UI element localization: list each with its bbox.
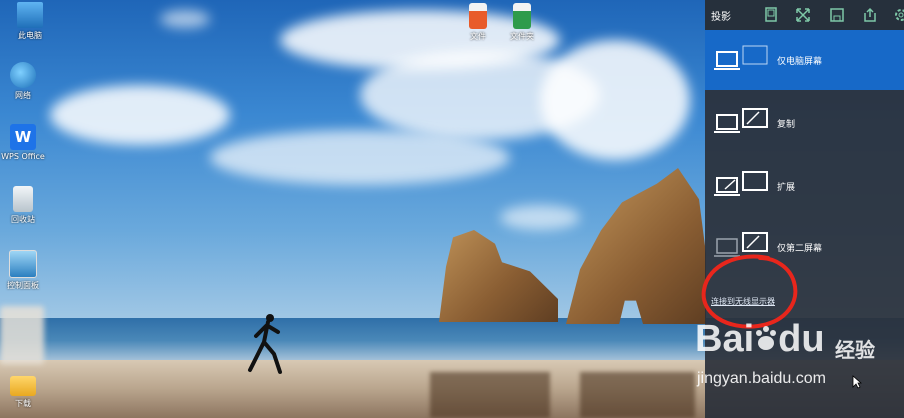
- baidu-logo-text: Bai: [695, 318, 755, 360]
- desktop-icon-control-panel[interactable]: 控制面板: [0, 250, 53, 291]
- paw-icon: [756, 326, 777, 350]
- mouse-cursor-icon: [852, 375, 862, 389]
- desktop-icon-label: 网络: [15, 91, 31, 100]
- duplicate-icon: [714, 108, 768, 133]
- cloud: [210, 130, 510, 185]
- cloud: [160, 10, 210, 28]
- baidu-logo: Bai du: [695, 318, 825, 361]
- desktop-icon-network[interactable]: 网络: [0, 62, 53, 101]
- connect-wireless-display-link[interactable]: 连接到无线显示器: [711, 296, 775, 307]
- share-icon[interactable]: [858, 3, 882, 27]
- ppt-file-icon: [469, 3, 487, 29]
- desktop-icon-label: 文件夹: [510, 32, 534, 41]
- desktop-file-xls[interactable]: 文件夹: [492, 3, 552, 42]
- project-option-label: 仅电脑屏幕: [777, 57, 823, 67]
- desktop-icon-label: 控制面板: [7, 281, 39, 290]
- desktop-icon-this-pc[interactable]: 此电脑: [0, 2, 60, 41]
- desktop-icon-downloads[interactable]: 下载: [0, 376, 53, 409]
- wps-office-icon: W: [10, 124, 36, 150]
- control-panel-icon: [9, 250, 37, 278]
- desktop-icon-label: 下载: [15, 399, 31, 408]
- rock-reflection: [580, 372, 695, 418]
- pc-screen-only-icon: [714, 45, 768, 70]
- panel-header: 投影: [705, 0, 904, 30]
- rock-reflection: [430, 372, 550, 418]
- jingyan-label: 经验: [835, 338, 875, 362]
- project-option-second-screen-only[interactable]: 仅第二屏幕: [705, 217, 904, 277]
- baidu-logo-suffix: du: [778, 318, 825, 360]
- network-globe-icon: [10, 62, 36, 88]
- desktop-icon-label: WPS Office: [1, 152, 45, 161]
- blurred-file-icon: [0, 306, 44, 364]
- desktop-icon-blurred[interactable]: [0, 306, 52, 364]
- desktop-icon-label: 此电脑: [18, 31, 42, 40]
- fullscreen-icon[interactable]: [791, 3, 815, 27]
- desktop-icon-recycle-bin[interactable]: 回收站: [0, 186, 53, 225]
- project-option-label: 复制: [777, 120, 796, 130]
- computer-icon: [17, 2, 43, 28]
- runner-silhouette: [248, 314, 282, 374]
- cloud: [540, 40, 690, 160]
- project-option-duplicate[interactable]: 复制: [705, 93, 904, 153]
- downloads-folder-icon: [10, 376, 36, 396]
- recycle-bin-icon: [13, 186, 33, 212]
- project-option-pc-screen-only[interactable]: 仅电脑屏幕: [705, 30, 904, 90]
- save-icon[interactable]: [825, 3, 849, 27]
- project-option-label: 仅第二屏幕: [777, 244, 823, 254]
- xls-file-icon: [513, 3, 531, 29]
- baidu-jingyan-watermark: Bai du 经验 jingyan.baidu.com: [695, 318, 895, 408]
- screen-icon[interactable]: [759, 3, 783, 27]
- second-screen-only-icon: [714, 232, 768, 257]
- desktop-icon-label: 回收站: [11, 215, 35, 224]
- desktop-icon-wps-office[interactable]: W WPS Office: [0, 124, 53, 161]
- project-option-extend[interactable]: 扩展: [705, 156, 904, 216]
- cloud: [500, 205, 580, 230]
- project-option-label: 扩展: [777, 183, 796, 193]
- cloud: [50, 85, 230, 145]
- watermark-url: jingyan.baidu.com: [697, 370, 826, 387]
- settings-icon[interactable]: [889, 3, 904, 27]
- panel-title: 投影: [711, 12, 731, 23]
- extend-icon: [714, 171, 768, 196]
